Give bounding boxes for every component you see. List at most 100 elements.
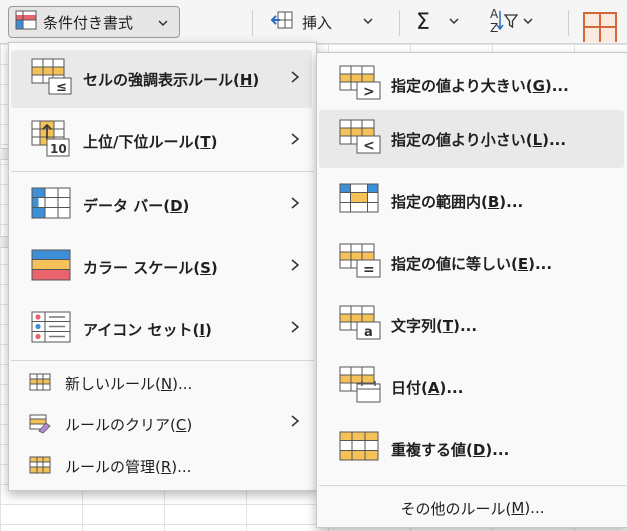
menu-item-label: 指定の値より小さい( [391,130,533,149]
chevron-right-icon [290,258,300,276]
submenu-item-greater-than[interactable]: > 指定の値より大きい(G)... [319,56,624,114]
menu-item-data-bars[interactable]: データ バー(D) [11,176,312,234]
chevron-down-icon [448,13,460,31]
svg-text:=: = [363,262,375,278]
toolbar-separator [399,10,400,36]
svg-text:Z: Z [490,21,498,35]
menu-item-label-tail: )... [171,458,192,476]
submenu-item-text-contains[interactable]: a 文字列(T)... [319,296,624,354]
insert-cells-icon [270,9,294,35]
conditional-formatting-label: 条件付き書式 [43,13,134,32]
less-than-icon: < [339,119,383,159]
menu-item-manage-rules[interactable]: ルールの管理(R)... [11,449,312,481]
chevron-down-icon [157,15,169,33]
chevron-right-icon [290,132,300,150]
menu-item-top-bottom-rules[interactable]: 10 上位/下位ルール(T) [11,112,312,170]
menu-item-highlight-cells-rules[interactable]: ≤ セルの強調表示ルール(H) [11,50,312,108]
menu-item-label-tail: )... [528,254,553,273]
menu-item-label-tail: ) [210,132,218,151]
svg-text:≤: ≤ [56,80,67,95]
autosum-button[interactable]: Σ [416,8,460,36]
menu-item-label: 上位/下位ルール( [83,132,201,151]
menu-item-label: ルールの管理( [65,458,161,476]
insert-button[interactable]: 挿入 [270,8,374,36]
menu-item-label-tail: ) [204,320,212,339]
chevron-right-icon [290,414,300,432]
toolbar-separator [568,10,569,36]
toolbar-separator [252,10,253,36]
submenu-item-less-than[interactable]: < 指定の値より小さい(L)... [319,110,624,168]
chevron-right-icon [290,196,300,214]
menu-item-label-tail: )... [542,130,567,149]
chevron-down-icon [362,13,374,31]
submenu-item-duplicate-values[interactable]: 重複する値(D)... [319,420,624,478]
menu-item-label-tail: )... [439,378,464,397]
format-as-table-icon[interactable] [583,12,617,42]
access-key: N [160,375,173,393]
conditional-formatting-button[interactable]: 条件付き書式 [8,6,180,38]
menu-divider [11,360,314,361]
access-key: S [200,258,211,277]
menu-item-label-tail: ) [186,416,193,434]
access-key: C [175,416,187,434]
menu-item-label-tail: ) [182,196,190,215]
menu-item-label: アイコン セット( [83,320,200,339]
access-key: T [200,132,211,151]
data-bars-icon [31,184,73,226]
menu-item-new-rule[interactable]: 新しいルール(N)... [11,366,312,398]
menu-item-label: 新しいルール( [65,375,161,393]
menu-item-label: 日付( [391,378,428,397]
menu-item-label: 指定の値より大きい( [391,76,533,95]
sort-filter-button[interactable]: A Z [488,6,534,38]
clear-rules-icon [29,414,51,438]
new-rule-icon [29,373,51,395]
menu-item-label-tail: )... [485,440,510,459]
access-key: G [532,76,545,95]
submenu-item-equal-to[interactable]: = 指定の値に等しい(E)... [319,234,624,292]
menu-item-label-tail: )... [544,76,569,95]
highlight-cells-submenu: > 指定の値より大きい(G)... < 指定の値より小さい(L)... 指定の範… [316,52,627,528]
svg-text:A: A [490,7,499,21]
menu-item-label: セルの強調表示ルール( [83,70,240,89]
chevron-right-icon [290,70,300,88]
submenu-item-between[interactable]: 指定の範囲内(B)... [319,172,624,230]
menu-item-label: データ バー( [83,196,171,215]
menu-item-label: 重複する値( [391,440,473,459]
chevron-down-icon [522,13,534,31]
menu-item-label: 指定の範囲内( [391,192,488,211]
menu-item-label: その他のルール( [400,499,512,518]
menu-divider [11,171,314,172]
equal-to-icon: = [339,243,383,283]
access-key: M [511,499,525,517]
menu-item-label-tail: ) [252,70,260,89]
menu-item-label: 指定の値に等しい( [391,254,518,273]
date-occurring-icon [339,366,383,408]
access-key: D [472,440,486,459]
top-bottom-icon: 10 [31,120,73,162]
sort-filter-icon: A Z [488,5,519,39]
menu-item-clear-rules[interactable]: ルールのクリア(C) [11,407,312,439]
duplicate-values-icon [339,429,383,469]
conditional-formatting-icon [15,10,37,34]
menu-item-icon-sets[interactable]: アイコン セット(I) [11,300,312,358]
access-key: L [532,130,543,149]
sum-icon: Σ [416,9,430,35]
between-icon [339,181,383,221]
icon-sets-icon [31,308,73,350]
highlight-cells-icon: ≤ [31,58,73,100]
access-key: H [239,70,253,89]
conditional-formatting-menu: ≤ セルの強調表示ルール(H) 10 上位/下位ルール(T) データ バー(D)… [8,42,317,491]
more-rules-item[interactable]: その他のルール(M)... [317,491,627,525]
svg-text:10: 10 [50,142,67,156]
access-key: R [160,458,172,476]
manage-rules-icon [29,456,51,478]
insert-label: 挿入 [302,13,333,32]
menu-item-color-scales[interactable]: カラー スケール(S) [11,238,312,296]
menu-item-label-tail: )... [524,499,545,517]
svg-text:a: a [364,325,373,340]
access-key: T [442,316,454,335]
submenu-item-date-occurring[interactable]: 日付(A)... [319,358,624,416]
menu-item-label: 文字列( [391,316,443,335]
menu-item-label-tail: )... [453,316,478,335]
menu-item-label-tail: )... [172,375,193,393]
